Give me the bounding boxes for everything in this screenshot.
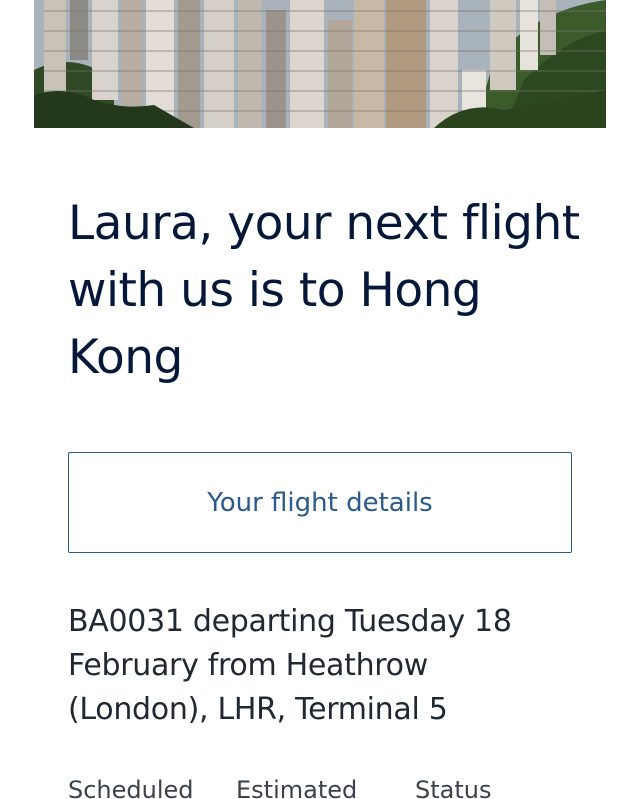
flight-status-header: Scheduled Estimated Status — [68, 776, 568, 799]
email-page: Laura, your next flight with us is to Ho… — [0, 0, 640, 799]
hero-image — [34, 0, 606, 128]
hong-kong-skyline-illustration — [34, 0, 606, 128]
status-column-label: Status — [415, 776, 492, 799]
greeting-headline: Laura, your next flight with us is to Ho… — [68, 196, 580, 385]
estimated-column-label: Estimated — [236, 776, 358, 799]
scheduled-column-label: Scheduled — [68, 776, 194, 799]
flight-info-text: BA0031 departing Tuesday 18 February fro… — [68, 604, 512, 727]
flight-details-button-label: Your flight details — [207, 487, 433, 518]
flight-details-button[interactable]: Your flight details — [68, 452, 572, 553]
